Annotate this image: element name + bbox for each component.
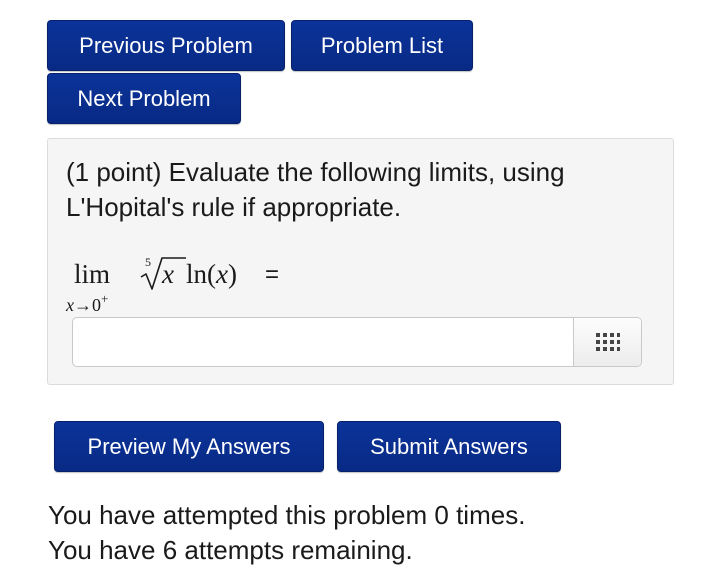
problem-prompt: (1 point) Evaluate the following limits,… <box>66 157 565 222</box>
math-keyboard-button[interactable] <box>573 318 641 366</box>
submit-answers-button[interactable]: Submit Answers <box>337 421 561 472</box>
lim-sub-variable: x <box>66 295 74 315</box>
ln-open-paren: ( <box>207 259 217 289</box>
problem-list-button[interactable]: Problem List <box>291 20 473 71</box>
lim-sub-target: 0 <box>92 295 101 315</box>
next-problem-button[interactable]: Next Problem <box>47 73 241 124</box>
attempts-info: You have attempted this problem 0 times.… <box>48 498 525 568</box>
lim-sub-arrow: → <box>74 295 92 315</box>
radicand-variable: x <box>162 259 174 289</box>
preview-answers-button[interactable]: Preview My Answers <box>54 421 324 472</box>
lim-subscript: x→0+ <box>66 291 108 316</box>
limit-expression: lim x→0+ 5 x ln(x) = <box>66 255 466 317</box>
lim-sub-superscript: + <box>101 291 109 306</box>
ln-function: ln(x) <box>186 259 237 290</box>
lim-operator: lim <box>74 259 111 289</box>
remaining-attempts-text: You have 6 attempts remaining. <box>48 535 413 565</box>
problem-panel: (1 point) Evaluate the following limits,… <box>47 138 674 385</box>
root-index: 5 <box>145 255 151 269</box>
ln-close-paren: ) <box>228 259 237 289</box>
attempted-count-text: You have attempted this problem 0 times. <box>48 500 526 530</box>
ln-argument: x <box>216 259 228 289</box>
ln-name: ln <box>186 259 208 289</box>
problem-page: Previous Problem Problem List Next Probl… <box>0 0 719 576</box>
keypad-grid-icon <box>595 333 620 351</box>
equals-sign: = <box>265 261 280 288</box>
previous-problem-button[interactable]: Previous Problem <box>47 20 285 71</box>
answer-input[interactable] <box>73 318 573 366</box>
answer-field-group <box>72 317 642 367</box>
